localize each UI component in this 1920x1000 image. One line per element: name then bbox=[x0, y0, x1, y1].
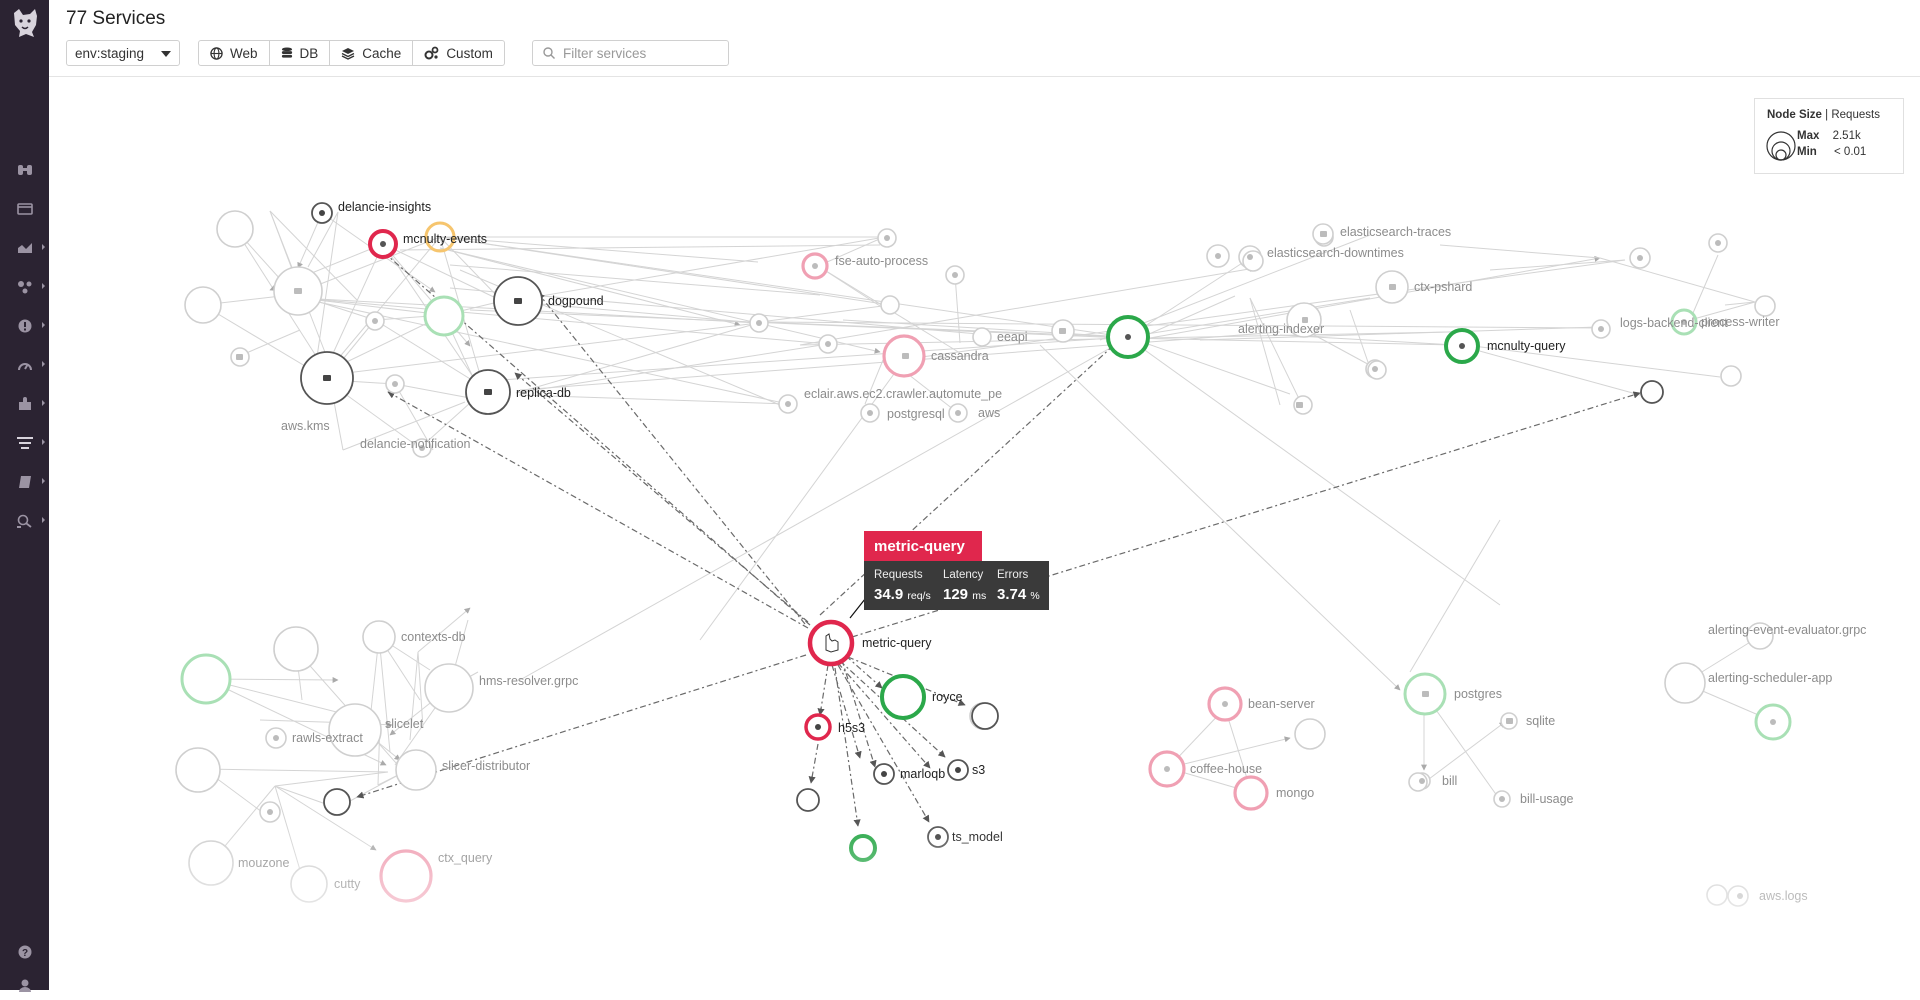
synthetics-icon[interactable] bbox=[0, 506, 49, 536]
node-label: coffee-house bbox=[1190, 762, 1262, 776]
page-title: 77 Services bbox=[66, 8, 166, 29]
user-icon[interactable] bbox=[0, 970, 49, 1000]
node-label: delancie-insights bbox=[338, 200, 431, 214]
filter-custom-button[interactable]: Custom bbox=[413, 41, 504, 65]
node-label: postgresql bbox=[887, 407, 945, 421]
node-label: bill bbox=[1442, 774, 1457, 788]
env-select-value: env:staging bbox=[75, 46, 145, 61]
service-type-filters: Web DB Cache Custom bbox=[198, 40, 505, 66]
legend-min-label: Min bbox=[1797, 146, 1817, 158]
node-label: cutty bbox=[334, 877, 361, 891]
layers-icon bbox=[341, 47, 355, 60]
node-label: alerting-indexer bbox=[1238, 322, 1324, 336]
search-input[interactable] bbox=[561, 44, 725, 62]
filter-db-label: DB bbox=[299, 45, 319, 61]
node-label: slicelet bbox=[385, 717, 424, 731]
node-label: alerting-scheduler-app bbox=[1708, 671, 1832, 685]
env-select[interactable]: env:staging bbox=[66, 40, 180, 66]
node-label: slicer-distributor bbox=[442, 759, 530, 773]
monitors-icon[interactable] bbox=[0, 311, 49, 341]
filter-db-button[interactable]: DB bbox=[270, 41, 331, 65]
dark-neutral-nodes bbox=[300, 202, 1664, 848]
gears-icon bbox=[424, 46, 439, 60]
legend-max-label: Max bbox=[1797, 130, 1820, 142]
legend-min-value: < 0.01 bbox=[1834, 146, 1867, 158]
tooltip-service-name: metric-query bbox=[864, 531, 982, 561]
tooltip-requests-unit: req/s bbox=[907, 590, 931, 602]
dog-logo-icon[interactable] bbox=[0, 0, 49, 46]
filter-cache-label: Cache bbox=[362, 45, 402, 61]
node-label: postgres bbox=[1454, 687, 1502, 701]
search-icon bbox=[543, 47, 555, 59]
node-label: marloqb bbox=[900, 767, 945, 781]
sidebar: ? bbox=[0, 0, 49, 992]
node-label: aws.kms bbox=[281, 419, 330, 433]
node-label: mcnulty-events bbox=[403, 232, 487, 246]
tooltip-errors-label: Errors bbox=[997, 569, 1029, 581]
node-label: delancie-notification bbox=[360, 437, 471, 451]
node-label: contexts-db bbox=[401, 630, 466, 644]
node-label: ctx_query bbox=[438, 851, 493, 865]
node-label: ctx-pshard bbox=[1414, 280, 1472, 294]
tooltip-errors-value: 3.74 bbox=[997, 586, 1027, 603]
logs-icon[interactable] bbox=[0, 428, 49, 458]
legend-title: Node Size bbox=[1767, 109, 1822, 121]
node-label: mcnulty-query bbox=[1487, 339, 1566, 353]
node-label: bill-usage bbox=[1520, 792, 1574, 806]
svg-text:?: ? bbox=[21, 948, 27, 959]
node-label: royce bbox=[932, 690, 963, 704]
node-label: s3 bbox=[972, 763, 985, 777]
node-label: metric-query bbox=[862, 636, 932, 650]
search-field[interactable] bbox=[532, 40, 729, 66]
legend-max-value: 2.51k bbox=[1832, 130, 1861, 142]
tooltip-latency-unit: ms bbox=[972, 590, 987, 602]
filter-custom-label: Custom bbox=[446, 45, 493, 61]
apm-icon[interactable] bbox=[0, 272, 49, 302]
node-label: elasticsearch-traces bbox=[1340, 225, 1451, 239]
service-tooltip: Requests 34.9 req/s Latency 129 ms Error… bbox=[864, 561, 1049, 610]
binoculars-icon[interactable] bbox=[0, 155, 49, 185]
node-label: elasticsearch-downtimes bbox=[1267, 246, 1404, 260]
node-label: aws bbox=[978, 406, 1000, 420]
tooltip-requests-value: 34.9 bbox=[874, 586, 904, 603]
node-label: mouzone bbox=[238, 856, 289, 870]
filter-web-label: Web bbox=[230, 45, 258, 61]
tooltip-requests-label: Requests bbox=[874, 569, 923, 581]
node-label: eeapi bbox=[997, 330, 1028, 344]
node-label: hms-resolver.grpc bbox=[479, 674, 578, 688]
service-map[interactable]: delancie-insights mcnulty-events dogpoun… bbox=[49, 77, 1920, 990]
node-label: alerting-event-evaluator.grpc bbox=[1708, 623, 1866, 637]
node-size-icon bbox=[1766, 131, 1796, 161]
node-label: eclair.aws.ec2.crawler.automute_pe bbox=[804, 387, 1002, 401]
globe-icon bbox=[210, 46, 223, 60]
gauge-icon[interactable] bbox=[0, 350, 49, 380]
node-label: replica-db bbox=[516, 386, 571, 400]
filter-web-button[interactable]: Web bbox=[199, 41, 270, 65]
node-label: sqlite bbox=[1526, 714, 1555, 728]
tooltip-latency-label: Latency bbox=[943, 569, 984, 581]
node-label: cassandra bbox=[931, 349, 989, 363]
node-label: fse-auto-process bbox=[835, 254, 928, 268]
node-label: dogpound bbox=[548, 294, 604, 308]
database-icon bbox=[281, 46, 292, 58]
tooltip-errors-unit: % bbox=[1030, 590, 1040, 602]
node-label: ts_model bbox=[952, 830, 1003, 844]
node-label: bean-server bbox=[1248, 697, 1315, 711]
help-icon[interactable]: ? bbox=[0, 937, 49, 967]
dashboard-icon[interactable] bbox=[0, 194, 49, 224]
node-size-legend: Node Size | Requests Max 2.51k Min < 0.0… bbox=[1754, 98, 1904, 174]
node-label: aws.logs bbox=[1759, 889, 1808, 903]
tooltip-latency-value: 129 bbox=[943, 586, 969, 603]
filter-cache-button[interactable]: Cache bbox=[330, 41, 414, 65]
node-label: rawls-extract bbox=[292, 731, 363, 745]
integrations-icon[interactable] bbox=[0, 389, 49, 419]
node-label: h5s3 bbox=[838, 721, 865, 735]
node-label: process-writer bbox=[1701, 315, 1780, 329]
infrastructure-icon[interactable] bbox=[0, 233, 49, 263]
node-label: mongo bbox=[1276, 786, 1314, 800]
notebook-icon[interactable] bbox=[0, 467, 49, 497]
legend-metric: Requests bbox=[1831, 109, 1880, 121]
chevron-down-icon bbox=[161, 51, 171, 57]
